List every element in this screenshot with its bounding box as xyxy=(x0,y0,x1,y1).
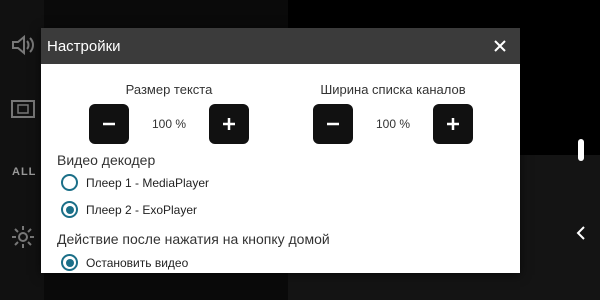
chevron-left-icon[interactable] xyxy=(572,222,590,244)
close-icon xyxy=(494,40,506,52)
close-button[interactable] xyxy=(490,36,510,56)
text-size-decrease-button[interactable] xyxy=(89,104,129,144)
settings-gear-icon[interactable] xyxy=(8,222,38,252)
radio-stop-video-indicator[interactable] xyxy=(61,254,78,271)
settings-dialog: Настройки Размер текста 100 % Ширина спи… xyxy=(41,28,520,273)
radio-exoplayer[interactable]: Плеер 2 - ExoPlayer xyxy=(61,201,197,218)
text-size-stepper: 100 % xyxy=(89,104,249,144)
radio-mediaplayer[interactable]: Плеер 1 - MediaPlayer xyxy=(61,174,209,191)
background-sidebar: ALL xyxy=(0,0,44,300)
sidebar-all-label[interactable]: ALL xyxy=(12,166,36,178)
video-decoder-title: Видео декодер xyxy=(57,152,156,168)
text-size-value: 100 % xyxy=(151,117,187,131)
channel-list-width-value: 100 % xyxy=(375,117,411,131)
minus-icon xyxy=(327,122,339,126)
plus-icon xyxy=(447,118,459,130)
speaker-icon[interactable] xyxy=(8,30,38,60)
channel-list-width-label: Ширина списка каналов xyxy=(320,82,466,97)
home-action-title: Действие после нажатия на кнопку домой xyxy=(57,231,330,247)
dialog-body: Размер текста 100 % Ширина списка канало… xyxy=(41,64,520,273)
text-size-increase-button[interactable] xyxy=(209,104,249,144)
dialog-title: Настройки xyxy=(47,37,121,55)
radio-exoplayer-label: Плеер 2 - ExoPlayer xyxy=(86,202,198,217)
minus-icon xyxy=(103,122,115,126)
radio-exoplayer-indicator[interactable] xyxy=(61,201,78,218)
scrollbar-thumb[interactable] xyxy=(578,139,584,161)
radio-stop-video[interactable]: Остановить видео xyxy=(61,254,188,271)
channel-list-width-increase-button[interactable] xyxy=(433,104,473,144)
channel-list-width-decrease-button[interactable] xyxy=(313,104,353,144)
text-size-label: Размер текста xyxy=(125,82,213,97)
radio-mediaplayer-label: Плеер 1 - MediaPlayer xyxy=(86,175,210,190)
picture-in-picture-icon[interactable] xyxy=(8,94,38,124)
app-screen: ALL Настройки Размер текста 100 % Ширина… xyxy=(0,0,600,300)
text-size-control: Размер текста 100 % xyxy=(89,82,249,144)
plus-icon xyxy=(223,118,235,130)
radio-stop-video-label: Остановить видео xyxy=(86,255,189,270)
channel-list-width-control: Ширина списка каналов 100 % xyxy=(313,82,473,144)
radio-mediaplayer-indicator[interactable] xyxy=(61,174,78,191)
dialog-header: Настройки xyxy=(41,28,520,64)
channel-list-width-stepper: 100 % xyxy=(313,104,473,144)
